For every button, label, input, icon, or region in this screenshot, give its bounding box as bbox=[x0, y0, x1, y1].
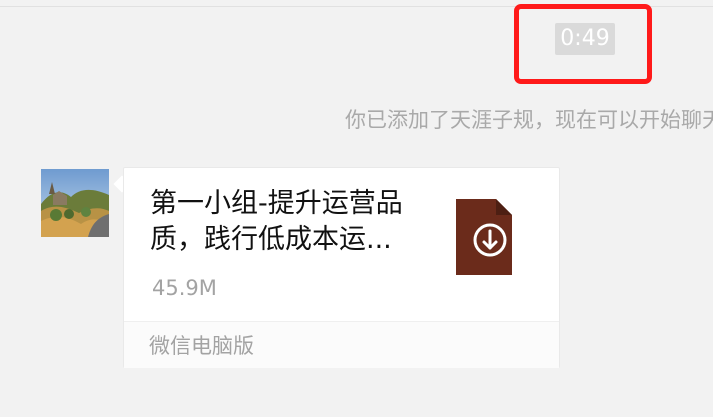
file-card-footer: 微信电脑版 bbox=[124, 321, 559, 368]
download-arrow-icon bbox=[456, 199, 512, 275]
file-message-card[interactable]: 第一小组-提升运营品质，践行低成本运... 45.9M 微信电脑版 bbox=[123, 167, 560, 368]
file-name: 第一小组-提升运营品质，践行低成本运... bbox=[150, 188, 403, 255]
system-message: 你已添加了天涯子规，现在可以开始聊天了 bbox=[345, 108, 713, 132]
file-size: 45.9M bbox=[152, 276, 217, 300]
annotation-highlight-box bbox=[514, 4, 652, 84]
avatar[interactable] bbox=[41, 169, 109, 237]
avatar-landscape-image bbox=[41, 169, 109, 237]
file-download-icon[interactable] bbox=[454, 197, 514, 277]
source-label: 微信电脑版 bbox=[149, 334, 254, 358]
